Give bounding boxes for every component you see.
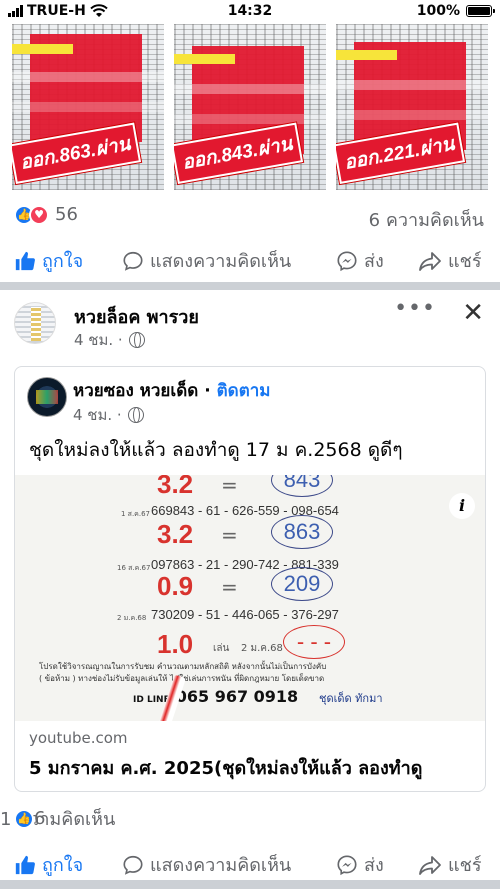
video-disclaimer: โปรดใช้วิจารณญาณในการรับชม คำนวณตามหลักส… bbox=[39, 662, 327, 671]
video-circled-number: 843 bbox=[271, 475, 333, 497]
comment-label: แสดงความคิดเห็น bbox=[150, 855, 292, 876]
video-equals: = bbox=[221, 475, 238, 497]
send-label: ส่ง bbox=[364, 855, 384, 876]
messenger-icon bbox=[337, 250, 357, 271]
comment-count[interactable]: 6 ความคิดเห็น bbox=[369, 205, 484, 234]
feed-divider bbox=[0, 880, 500, 889]
thumbs-up-icon bbox=[15, 855, 35, 874]
video-equals: = bbox=[221, 523, 238, 547]
share-label: แชร์ bbox=[448, 855, 482, 876]
close-icon[interactable]: ✕ bbox=[462, 298, 484, 328]
video-circled-number: 209 bbox=[271, 567, 333, 601]
share-arrow-icon bbox=[419, 855, 441, 875]
video-thumbnail[interactable]: 3.2 = 843 1 ส.ค.67 669843 - 61 - 626-559… bbox=[15, 475, 485, 721]
video-big-number: 0.9 bbox=[157, 571, 194, 601]
video-next-number: 1.0 bbox=[157, 629, 194, 659]
messenger-icon bbox=[337, 854, 357, 875]
video-next-label: เล่น bbox=[213, 643, 230, 654]
id-number: 065 967 0918 bbox=[175, 687, 299, 706]
video-disclaimer: ( ข้อห้าม ) ทางช่องไม่รับข้อมูลเล่นให้ ไ… bbox=[39, 674, 325, 683]
video-contact: ID LINE 065 967 0918 bbox=[133, 687, 298, 706]
avatar[interactable] bbox=[14, 302, 56, 344]
image-strip: ออก.863.ผ่าน ออก.843.ผ่าน ออก.221.ผ่าน bbox=[0, 24, 500, 190]
reaction-summary[interactable]: 👍 6 1 ความคิดเห็น bbox=[0, 804, 500, 834]
share-arrow-icon bbox=[419, 251, 441, 271]
like-reaction-icon: 👍 bbox=[14, 808, 34, 829]
share-button[interactable]: แชร์ bbox=[418, 850, 482, 879]
post-header: หวยล็อค พารวย 4 ชม. · ••• ✕ bbox=[14, 296, 486, 352]
video-equals: = bbox=[221, 575, 238, 599]
battery-percent: 100% bbox=[416, 3, 460, 19]
video-next-date: 2 ม.ค.68 bbox=[241, 643, 283, 654]
comment-button[interactable]: แสดงความคิดเห็น bbox=[122, 850, 291, 879]
action-bar: ถูกใจ แสดงความคิดเห็น ส่ง แชร์ bbox=[0, 844, 500, 880]
like-button[interactable]: ถูกใจ bbox=[14, 850, 83, 879]
battery-group: 100% bbox=[416, 3, 495, 19]
post-time[interactable]: 4 ชม. · bbox=[74, 328, 123, 352]
video-next-circle: - - - bbox=[283, 625, 345, 659]
follow-button[interactable]: ติดตาม bbox=[217, 381, 271, 401]
video-big-number: 3.2 bbox=[157, 475, 194, 499]
video-date: 16 ส.ค.67 bbox=[117, 564, 151, 572]
share-button[interactable]: แชร์ bbox=[418, 246, 482, 275]
video-big-number: 3.2 bbox=[157, 519, 194, 549]
lottery-image[interactable]: ออก.843.ผ่าน bbox=[174, 24, 326, 190]
status-bar: TRUE-H 14:32 100% bbox=[0, 0, 500, 24]
shared-post[interactable]: หวยซอง หวยเด็ด · ติดตาม 4 ชม. · ชุดใหม่ล… bbox=[14, 366, 486, 792]
comment-label: แสดงความคิดเห็น bbox=[150, 251, 292, 272]
lottery-image[interactable]: ออก.221.ผ่าน bbox=[336, 24, 488, 190]
shared-author-line: หวยซอง หวยเด็ด · ติดตาม bbox=[73, 377, 270, 404]
send-label: ส่ง bbox=[364, 251, 384, 272]
lottery-image[interactable]: ออก.863.ผ่าน bbox=[12, 24, 164, 190]
video-number-row: 730209 - 51 - 446-065 - 376-297 bbox=[151, 607, 339, 622]
video-date: 2 ม.ค.68 bbox=[117, 614, 147, 622]
globe-icon bbox=[127, 407, 144, 423]
link-title[interactable]: 5 มกราคม ค.ศ. 2025(ชุดใหม่ลงให้แล้ว ลองท… bbox=[29, 753, 477, 782]
avatar[interactable] bbox=[27, 377, 67, 417]
reaction-count: 6 bbox=[34, 808, 46, 829]
battery-icon bbox=[466, 5, 495, 17]
shared-author[interactable]: หวยซอง หวยเด็ด bbox=[73, 381, 198, 401]
comment-bubble-icon bbox=[123, 251, 143, 271]
post-author[interactable]: หวยล็อค พารวย bbox=[74, 302, 199, 331]
shared-post-text: ชุดใหม่ลงให้แล้ว ลองทำดู 17 ม ค.2568 ดูด… bbox=[29, 439, 403, 461]
shared-time[interactable]: 4 ชม. · bbox=[73, 403, 122, 427]
send-button[interactable]: ส่ง bbox=[336, 246, 384, 275]
more-options-icon[interactable]: ••• bbox=[394, 296, 436, 321]
like-label: ถูกใจ bbox=[42, 251, 84, 272]
video-signature: ชุดเด็ด ทักมา bbox=[319, 692, 383, 705]
link-source: youtube.com bbox=[29, 729, 128, 747]
globe-icon bbox=[128, 332, 145, 348]
comment-bubble-icon bbox=[123, 855, 143, 875]
thumbs-up-icon bbox=[15, 251, 35, 270]
reaction-summary[interactable]: 👍 ♥ 56 6 ความคิดเห็น bbox=[0, 198, 500, 232]
video-circled-number: 863 bbox=[271, 515, 333, 549]
reaction-count: 56 bbox=[55, 204, 78, 225]
like-label: ถูกใจ bbox=[42, 855, 84, 876]
info-icon[interactable]: i bbox=[449, 493, 475, 519]
comment-button[interactable]: แสดงความคิดเห็น bbox=[122, 246, 291, 275]
like-button[interactable]: ถูกใจ bbox=[14, 246, 83, 275]
love-reaction-icon: ♥ bbox=[29, 204, 49, 225]
send-button[interactable]: ส่ง bbox=[336, 850, 384, 879]
share-label: แชร์ bbox=[448, 251, 482, 272]
post-meta: 4 ชม. · bbox=[74, 328, 145, 352]
action-bar: ถูกใจ แสดงความคิดเห็น ส่ง แชร์ bbox=[0, 240, 500, 276]
feed-post: หวยล็อค พารวย 4 ชม. · ••• ✕ หวยซอง หวยเด… bbox=[0, 290, 500, 880]
video-date: 1 ส.ค.67 bbox=[121, 510, 150, 518]
separator: · bbox=[204, 381, 211, 401]
shared-meta: 4 ชม. · bbox=[73, 403, 144, 427]
feed-divider bbox=[0, 282, 500, 290]
